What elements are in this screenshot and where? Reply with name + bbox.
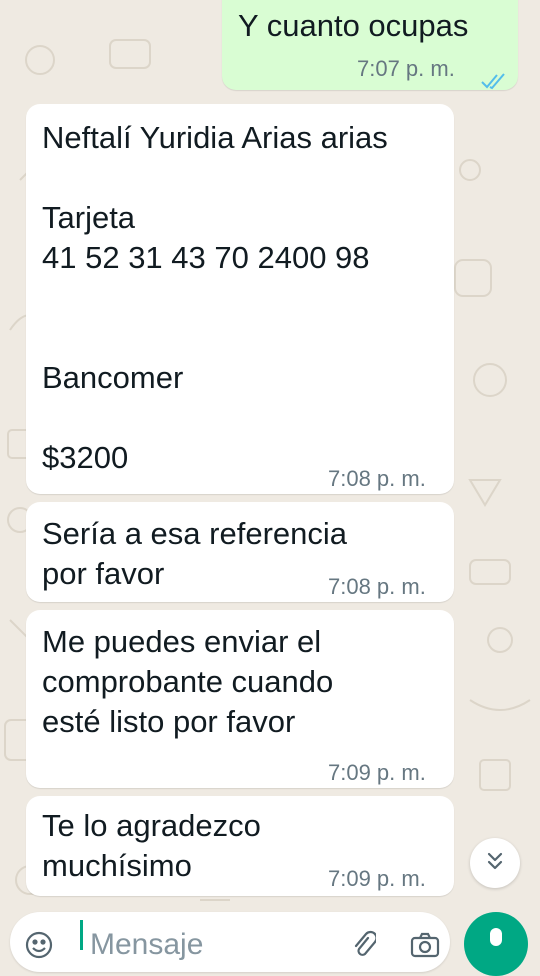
message-time: 7:08 p. m. bbox=[328, 466, 426, 491]
scroll-to-bottom-button[interactable] bbox=[470, 838, 520, 888]
voice-message-button[interactable] bbox=[464, 912, 528, 976]
message-time: 7:09 p. m. bbox=[328, 760, 426, 785]
message-text: Sería a esa referencia por favor bbox=[42, 516, 348, 591]
text-caret bbox=[80, 920, 83, 950]
emoji-icon[interactable] bbox=[24, 930, 54, 965]
chat-messages-list: Y cuanto ocupas 7:07 p. m. Neftalí Yurid… bbox=[0, 0, 540, 944]
message-time: 7:09 p. m. bbox=[328, 866, 426, 891]
message-bubble-incoming[interactable]: Me puedes enviar el comprobante cuando e… bbox=[26, 610, 454, 788]
message-bubble-outgoing[interactable]: Y cuanto ocupas 7:07 p. m. bbox=[222, 0, 518, 90]
message-bubble-incoming[interactable]: Sería a esa referencia por favor 7:08 p.… bbox=[26, 502, 454, 602]
message-composer[interactable]: Mensaje bbox=[10, 912, 450, 972]
message-text: Te lo agradezco muchísimo bbox=[42, 808, 261, 883]
message-time: 7:08 p. m. bbox=[328, 574, 426, 599]
double-check-read-icon bbox=[480, 60, 506, 100]
message-bubble-incoming[interactable]: Neftalí Yuridia Arias arias Tarjeta 41 5… bbox=[26, 104, 454, 494]
message-bubble-incoming[interactable]: Te lo agradezco muchísimo 7:09 p. m. bbox=[26, 796, 454, 896]
message-text: Me puedes enviar el comprobante cuando e… bbox=[42, 624, 334, 739]
double-chevron-down-icon bbox=[484, 850, 506, 877]
message-input[interactable]: Mensaje bbox=[90, 928, 203, 962]
message-time: 7:07 p. m. bbox=[357, 56, 455, 81]
paperclip-icon[interactable] bbox=[350, 930, 378, 965]
message-text: Neftalí Yuridia Arias arias Tarjeta 41 5… bbox=[42, 120, 388, 475]
microphone-icon bbox=[490, 928, 502, 946]
message-text: Y cuanto ocupas bbox=[238, 8, 469, 43]
camera-icon[interactable] bbox=[410, 932, 440, 963]
